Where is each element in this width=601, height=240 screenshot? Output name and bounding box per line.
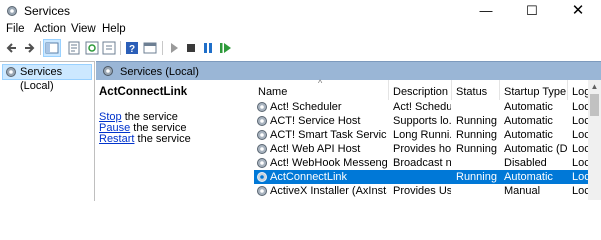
back-arrow-icon[interactable] [4, 40, 20, 56]
scroll-up-arrow-icon[interactable]: ▲ [588, 80, 601, 93]
column-header-description[interactable]: Description [389, 80, 452, 100]
maximize-button[interactable]: ☐ [509, 0, 555, 22]
service-gear-icon [257, 186, 267, 196]
restart-service-link[interactable]: Restart [99, 133, 134, 145]
service-description-cell: Broadcast n... [393, 157, 451, 169]
tree-item-label: Services (Local) [20, 66, 63, 92]
table-row[interactable]: ACT! Smart Task Service Host Long Runni.… [254, 128, 592, 142]
table-row[interactable]: ACT! Service Host Supports lo... Running… [254, 114, 592, 128]
column-header-startup-type[interactable]: Startup Type [500, 80, 568, 100]
service-startup-type-cell: Automatic [504, 101, 553, 113]
column-header-status-label: Status [456, 86, 488, 98]
table-row[interactable]: Act! Web API Host Provides ho... Running… [254, 142, 592, 156]
restart-action-line: Restart the service [99, 133, 191, 145]
service-startup-type-cell: Automatic [504, 129, 553, 141]
help-icon[interactable]: ? [124, 40, 140, 56]
service-description-cell: Supports lo... [393, 115, 451, 127]
service-gear-icon [257, 172, 267, 182]
service-startup-type-cell: Disabled [504, 157, 547, 169]
menu-file[interactable]: File [6, 23, 25, 35]
service-name-cell: ACT! Service Host [270, 115, 361, 127]
service-gear-icon [257, 158, 267, 168]
table-row[interactable]: Act! Scheduler Act! Schedu... Automatic … [254, 100, 592, 114]
service-detail-pane: ActConnectLink Stop the service Pause th… [96, 80, 254, 200]
show-console-tree-icon[interactable] [43, 39, 61, 57]
service-name-cell: Act! WebHook Messenger [270, 157, 387, 169]
service-startup-type-cell: Automatic (D... [504, 143, 568, 155]
service-description-cell: Act! Schedu... [393, 101, 451, 113]
properties-icon[interactable] [66, 40, 82, 56]
menu-bar: File Action View Help [0, 22, 601, 38]
toolbar: ? [0, 38, 601, 57]
service-gear-icon [257, 144, 267, 154]
column-header-name[interactable]: ^ Name [254, 78, 389, 100]
restart-service-icon[interactable] [217, 40, 233, 56]
service-name-cell: Act! Web API Host [270, 143, 361, 155]
service-status-cell: Running [456, 143, 497, 155]
service-description-cell: Provides Us... [393, 185, 451, 197]
service-name-cell: ActiveX Installer (AxInstSV) [270, 185, 387, 197]
window-title: Services [24, 4, 71, 18]
service-status-cell: Running [456, 115, 497, 127]
export-list-icon[interactable] [101, 40, 117, 56]
service-name-cell: ActConnectLink [270, 171, 348, 183]
service-gear-icon [257, 102, 267, 112]
toolbar-separator [162, 41, 163, 55]
services-gear-icon [103, 66, 113, 76]
minimize-button[interactable]: — [463, 0, 509, 22]
column-header-status[interactable]: Status [452, 80, 500, 100]
refresh-icon[interactable] [84, 40, 100, 56]
menu-view[interactable]: View [71, 23, 96, 35]
column-header-startup-type-label: Startup Type [504, 86, 567, 98]
forward-arrow-icon[interactable] [21, 40, 37, 56]
services-list: ^ Name Description Status Startup Type L… [254, 78, 601, 200]
pause-service-icon[interactable] [200, 40, 216, 56]
service-status-cell: Running [456, 129, 497, 141]
title-bar: Services — ☐ ✕ [0, 0, 601, 22]
pane-header: Services (Local) [96, 61, 601, 81]
toolbar-separator [120, 41, 121, 55]
toolbar-separator [40, 41, 41, 55]
restart-action-text: the service [134, 133, 191, 145]
column-header-name-label: Name [258, 86, 288, 98]
service-status-cell: Running [456, 171, 497, 183]
selected-service-name: ActConnectLink [99, 86, 188, 98]
menu-action[interactable]: Action [34, 23, 66, 35]
scrollbar-thumb[interactable] [590, 94, 599, 116]
vertical-scrollbar[interactable]: ▲ [588, 80, 601, 200]
pane-header-label: Services (Local) [120, 66, 199, 78]
services-gear-icon [6, 67, 16, 77]
view-icon[interactable] [142, 40, 158, 56]
close-button[interactable]: ✕ [555, 0, 601, 22]
service-name-cell: Act! Scheduler [270, 101, 342, 113]
service-startup-type-cell: Automatic [504, 115, 553, 127]
service-description-cell: Provides ho... [393, 143, 451, 155]
sort-ascending-icon: ^ [318, 78, 323, 88]
service-description-cell: Long Runni... [393, 129, 451, 141]
menu-help[interactable]: Help [102, 23, 126, 35]
service-gear-icon [257, 116, 267, 126]
services-app-icon [7, 6, 17, 16]
tree-item-services-local[interactable]: Services (Local) [2, 64, 92, 92]
service-startup-type-cell: Automatic [504, 171, 553, 183]
stop-service-icon[interactable] [183, 40, 199, 56]
column-header-description-label: Description [393, 86, 449, 98]
service-startup-type-cell: Manual [504, 185, 541, 197]
console-tree-pane: Services (Local) [0, 61, 95, 201]
table-row-selected[interactable]: ActConnectLink Running Automatic Loc [254, 170, 592, 184]
start-service-icon[interactable] [166, 40, 182, 56]
table-row[interactable]: Act! WebHook Messenger Broadcast n... Di… [254, 156, 592, 170]
table-row[interactable]: ActiveX Installer (AxInstSV) Provides Us… [254, 184, 592, 198]
service-gear-icon [257, 130, 267, 140]
svg-text:?: ? [129, 44, 135, 55]
service-name-cell: ACT! Smart Task Service Host [270, 129, 387, 141]
